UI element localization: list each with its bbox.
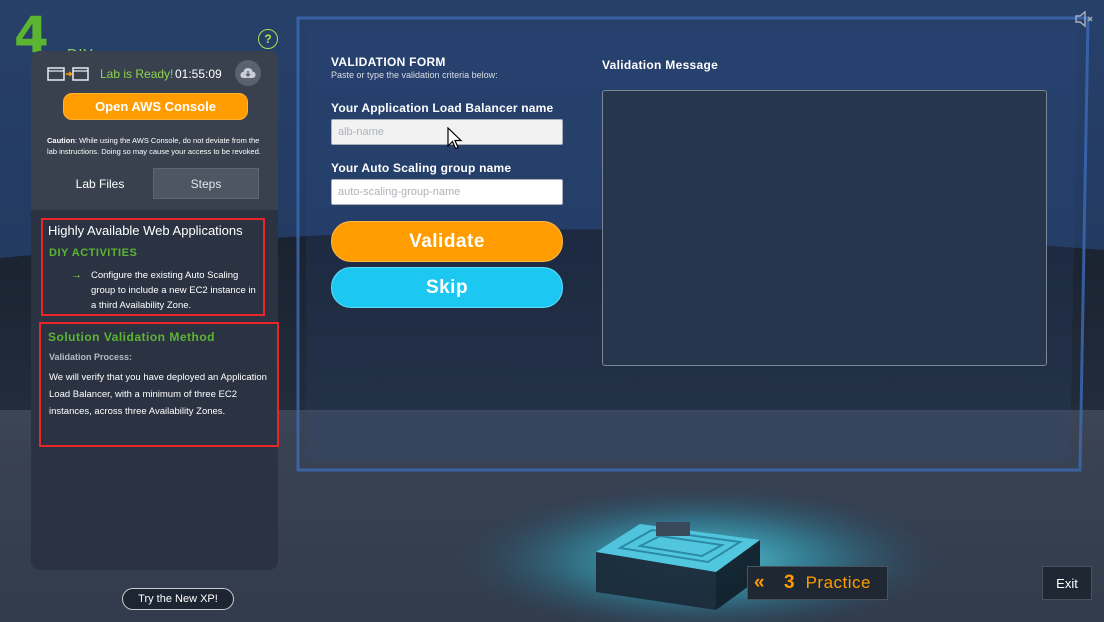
lab-timer: 01:55:09 [175,67,222,81]
diy-heading: Highly Available Web Applications [48,223,243,238]
asg-name-input[interactable] [331,179,563,205]
validation-message-title: Validation Message [602,58,719,72]
double-chevron-left-icon: « [754,572,765,593]
caution-notice: Caution: While using the AWS Console, do… [47,135,271,157]
open-aws-console-button[interactable]: Open AWS Console [63,93,248,120]
lab-tabs: Lab Files Steps [47,168,260,199]
practice-number: 3 [784,572,795,593]
validation-process-label: Validation Process: [49,352,133,362]
asg-name-label: Your Auto Scaling group name [331,161,512,175]
tab-lab-files[interactable]: Lab Files [47,168,153,199]
lab-controls: Lab is Ready! 01:55:09 Open AWS Console … [31,51,278,210]
diy-task-text: Configure the existing Auto Scaling grou… [91,270,256,311]
mute-icon[interactable] [1074,10,1094,28]
practice-button[interactable]: « 3 Practice [747,566,888,600]
cloud-download-button[interactable] [235,60,261,86]
exit-button[interactable]: Exit [1042,566,1092,600]
form-subtitle: Paste or type the validation criteria be… [331,70,498,80]
diy-activities-box: Highly Available Web Applications DIY AC… [41,218,265,316]
validation-process-text: We will verify that you have deployed an… [49,372,267,417]
tab-steps[interactable]: Steps [153,168,259,199]
form-title: VALIDATION FORM [331,55,446,69]
validate-button[interactable]: Validate [331,221,563,262]
validation-method-box: Solution Validation Method Validation Pr… [39,322,279,447]
diy-subheading: DIY ACTIVITIES [49,247,138,259]
validation-method-heading: Solution Validation Method [48,330,215,344]
lab-status-text: Lab is Ready! [100,67,174,81]
console-window-icon [47,67,89,81]
cloud-download-icon [240,68,256,78]
caution-text: : While using the AWS Console, do not de… [47,136,261,156]
practice-label: Practice [805,573,871,592]
lab-status-row: Lab is Ready! 01:55:09 [31,60,278,87]
alb-name-label: Your Application Load Balancer name [331,101,554,115]
caution-label: Caution [47,136,75,145]
skip-button[interactable]: Skip [331,267,563,308]
help-icon[interactable]: ? [258,29,278,49]
arrow-right-icon: → [71,269,82,281]
try-new-xp-button[interactable]: Try the New XP! [122,588,234,610]
mouse-cursor-icon [447,127,463,150]
validation-message-box [602,90,1047,366]
